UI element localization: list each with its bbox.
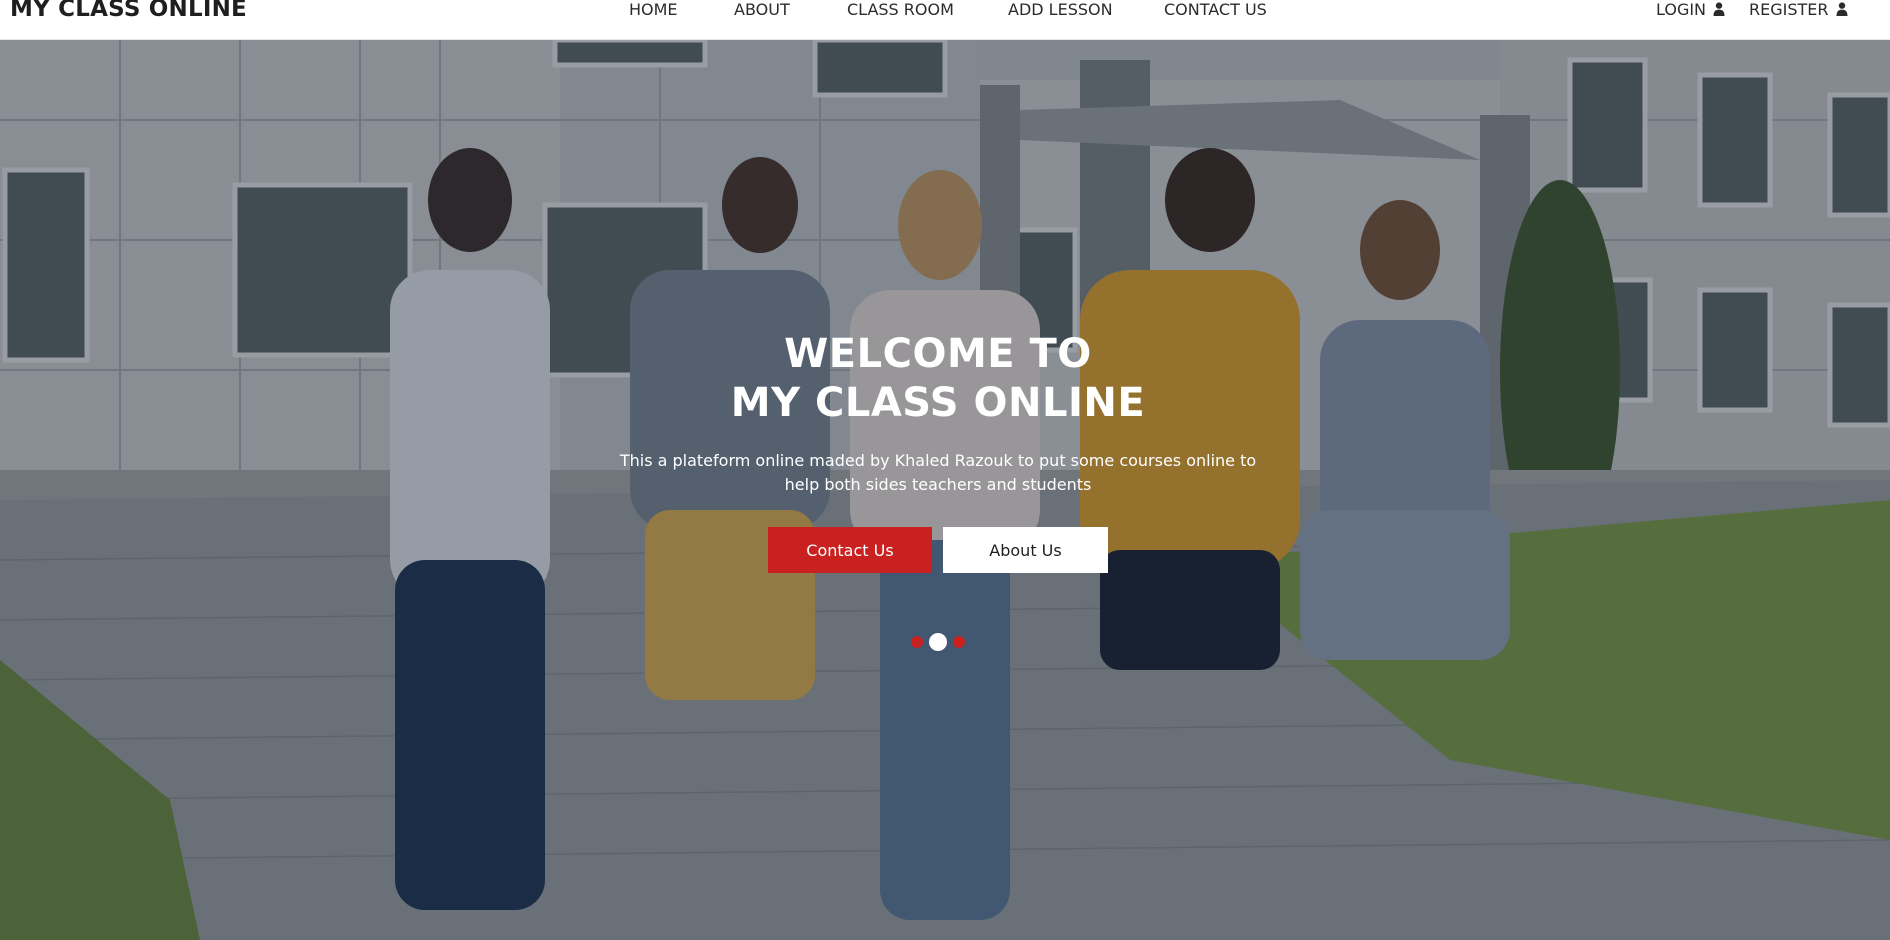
nav-item-about[interactable]: ABOUT xyxy=(734,0,790,19)
contact-us-button[interactable]: Contact Us xyxy=(768,527,932,573)
user-icon xyxy=(1713,1,1725,16)
hero-title: WELCOME TO MY CLASS ONLINE xyxy=(0,330,1876,428)
carousel-dot-1[interactable] xyxy=(911,636,923,648)
login-link[interactable]: LOGIN xyxy=(1656,0,1725,19)
register-link[interactable]: REGISTER xyxy=(1749,0,1848,19)
login-label: LOGIN xyxy=(1656,0,1707,19)
brand-logo[interactable]: MY CLASS ONLINE xyxy=(10,0,247,22)
hero-section: WELCOME TO MY CLASS ONLINE This a platef… xyxy=(0,40,1890,940)
carousel-dot-3[interactable] xyxy=(953,636,965,648)
nav-item-add-lesson[interactable]: ADD LESSON xyxy=(1008,0,1113,19)
nav-item-home[interactable]: HOME xyxy=(629,0,678,19)
hero-title-line-1: WELCOME TO xyxy=(784,331,1092,377)
nav-item-class-room[interactable]: CLASS ROOM xyxy=(847,0,954,19)
top-navbar: MY CLASS ONLINE HOME ABOUT CLASS ROOM AD… xyxy=(0,0,1890,40)
carousel-dot-2-active[interactable] xyxy=(929,633,947,651)
register-label: REGISTER xyxy=(1749,0,1829,19)
hero-title-line-2: MY CLASS ONLINE xyxy=(730,380,1146,426)
hero-description: This a plateform online maded by Khaled … xyxy=(619,451,1257,494)
user-icon xyxy=(1836,1,1847,16)
about-us-button[interactable]: About Us xyxy=(943,527,1108,573)
nav-item-contact-us[interactable]: CONTACT US xyxy=(1164,0,1267,19)
